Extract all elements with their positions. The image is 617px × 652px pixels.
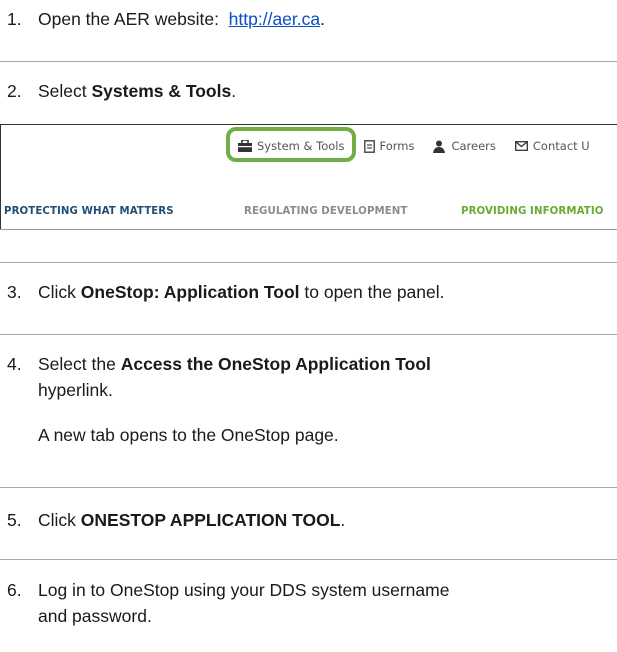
step-punct: .	[231, 81, 237, 101]
divider	[0, 487, 617, 488]
step-text: Log in to OneStop using your DDS system …	[38, 580, 450, 600]
step-number: 5.	[7, 510, 22, 530]
document-icon	[363, 139, 375, 153]
step-note: A new tab opens to the OneStop page.	[38, 425, 339, 445]
screenshot-border	[0, 229, 617, 230]
divider	[0, 559, 617, 560]
step-number: 2.	[7, 81, 22, 101]
nav-careers[interactable]: Careers	[433, 139, 496, 153]
step-bold-text: Systems & Tools	[91, 81, 232, 101]
step-text: Select	[38, 81, 92, 101]
step-continuation: hyperlink.	[38, 380, 113, 400]
step-text: to open the panel.	[299, 282, 445, 302]
nav-label: Contact U	[532, 139, 590, 153]
step-1: 1. Open the AER website: http://aer.ca.	[7, 6, 325, 33]
aer-website-link[interactable]: http://aer.ca	[229, 9, 320, 29]
nav-regulating[interactable]: REGULATING DEVELOPMENT	[244, 206, 407, 217]
step-bold-text: OneStop: Application Tool	[80, 282, 300, 302]
step-5: 5. Click ONESTOP APPLICATION TOOL.	[7, 507, 345, 534]
step-number: 4.	[7, 354, 22, 374]
divider	[0, 262, 617, 263]
step-text: Click	[38, 510, 81, 530]
step-punct: .	[340, 510, 346, 530]
highlight-box	[226, 127, 356, 162]
aer-website-screenshot: System & Tools Forms Careers Contact U P…	[0, 124, 617, 230]
nav-label: Careers	[451, 139, 496, 153]
step-3: 3. Click OneStop: Application Tool to ope…	[7, 279, 445, 306]
step-4: 4. Select the Access the OneStop Applicat…	[7, 351, 431, 378]
step-bold-text: Access the OneStop Application Tool	[120, 354, 431, 374]
divider	[0, 61, 617, 62]
envelope-icon	[514, 141, 528, 151]
nav-contact[interactable]: Contact U	[514, 139, 590, 153]
nav-forms[interactable]: Forms	[363, 139, 415, 153]
step-number: 1.	[7, 9, 22, 29]
step-text: Open the AER website:	[38, 9, 229, 29]
step-number: 3.	[7, 282, 22, 302]
screenshot-border	[0, 124, 617, 125]
step-punct: .	[320, 9, 325, 29]
nav-providing[interactable]: PROVIDING INFORMATIO	[461, 206, 603, 217]
step-continuation: and password.	[38, 606, 152, 626]
step-text: Click	[38, 282, 81, 302]
divider	[0, 334, 617, 335]
screenshot-border	[0, 124, 1, 230]
step-number: 6.	[7, 580, 22, 600]
nav-protecting[interactable]: PROTECTING WHAT MATTERS	[4, 206, 174, 217]
person-icon	[433, 140, 446, 153]
step-bold-text: ONESTOP APPLICATION TOOL	[80, 510, 341, 530]
nav-label: Forms	[379, 139, 415, 153]
step-6: 6. Log in to OneStop using your DDS syste…	[7, 577, 449, 604]
step-text: Select the	[38, 354, 121, 374]
step-2: 2. Select Systems & Tools.	[7, 78, 236, 105]
